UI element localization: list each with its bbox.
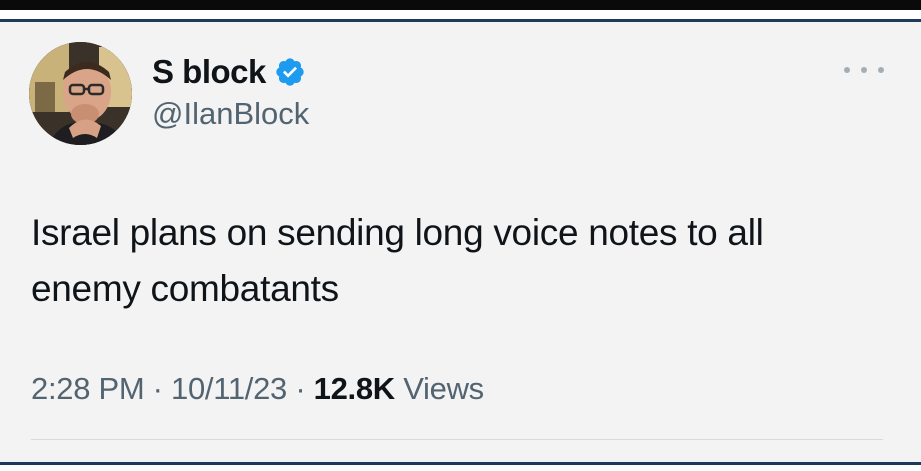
user-handle[interactable]: @IlanBlock [152, 96, 309, 132]
views-count[interactable]: 12.8K [314, 371, 396, 406]
more-dot [861, 67, 867, 73]
tweet-text-line: Israel plans on sending long voice notes… [31, 212, 764, 253]
top-frame-bar [0, 0, 921, 10]
meta-separator: · [144, 371, 172, 406]
more-dot [844, 67, 850, 73]
more-options-icon[interactable] [844, 62, 884, 78]
views-label[interactable]: Views [403, 371, 484, 406]
more-dot [878, 67, 884, 73]
verified-badge-icon [276, 58, 304, 86]
tweet-text: Israel plans on sending long voice notes… [31, 205, 891, 317]
tweet-meta: 2:28 PM · 10/11/23 · 12.8K Views [31, 371, 484, 407]
display-name-text[interactable]: S block [152, 53, 266, 91]
meta-separator: · [287, 371, 314, 406]
user-avatar-icon [29, 42, 132, 145]
divider [31, 439, 883, 440]
bottom-frame-strip [0, 465, 921, 471]
tweet-date[interactable]: 10/11/23 [171, 371, 287, 406]
tweet-text-line: enemy combatants [31, 268, 339, 309]
tweet-time[interactable]: 2:28 PM [31, 371, 145, 406]
avatar[interactable] [29, 42, 132, 145]
top-frame-line [0, 10, 921, 22]
display-name[interactable]: S block [152, 53, 306, 91]
